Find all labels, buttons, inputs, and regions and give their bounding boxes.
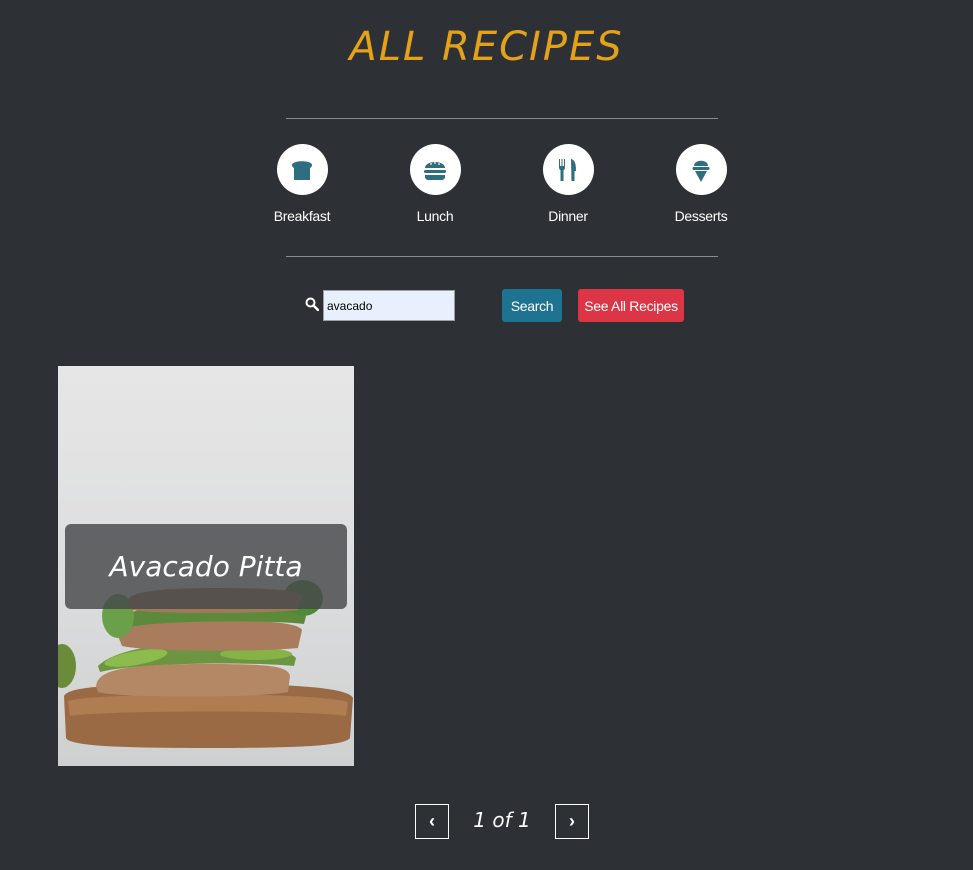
next-page-button[interactable]: › bbox=[555, 804, 589, 839]
divider-bottom bbox=[286, 256, 718, 257]
prev-page-button[interactable]: ‹ bbox=[415, 804, 449, 839]
category-label: Breakfast bbox=[273, 208, 331, 224]
fork-knife-icon bbox=[559, 158, 576, 181]
page-indicator: 1 of 1 bbox=[473, 808, 531, 832]
see-all-recipes-button[interactable]: See All Recipes bbox=[578, 289, 684, 322]
category-dinner[interactable]: Dinner bbox=[528, 144, 608, 224]
category-desserts[interactable]: Desserts bbox=[661, 144, 741, 224]
page-title: ALL RECIPES bbox=[349, 24, 624, 70]
search-input[interactable] bbox=[323, 290, 455, 321]
search-icon bbox=[305, 297, 319, 311]
category-label: Lunch bbox=[416, 208, 454, 224]
category-desserts-circle bbox=[675, 144, 727, 195]
category-breakfast[interactable]: Breakfast bbox=[262, 144, 342, 224]
search-button[interactable]: Search bbox=[502, 289, 562, 322]
recipe-title-overlay: Avacado Pitta bbox=[65, 524, 347, 609]
category-label: Desserts bbox=[674, 208, 728, 224]
category-breakfast-circle bbox=[276, 144, 328, 195]
ice-cream-icon bbox=[692, 160, 710, 182]
recipe-card[interactable]: Avacado Pitta bbox=[58, 366, 354, 766]
category-lunch-circle bbox=[409, 144, 461, 195]
category-dinner-circle bbox=[542, 144, 594, 195]
recipe-title: Avacado Pitta bbox=[109, 550, 303, 583]
bread-icon bbox=[292, 160, 312, 180]
burger-icon bbox=[424, 161, 446, 180]
divider-top bbox=[286, 118, 718, 119]
category-lunch[interactable]: Lunch bbox=[395, 144, 475, 224]
category-label: Dinner bbox=[548, 208, 588, 224]
